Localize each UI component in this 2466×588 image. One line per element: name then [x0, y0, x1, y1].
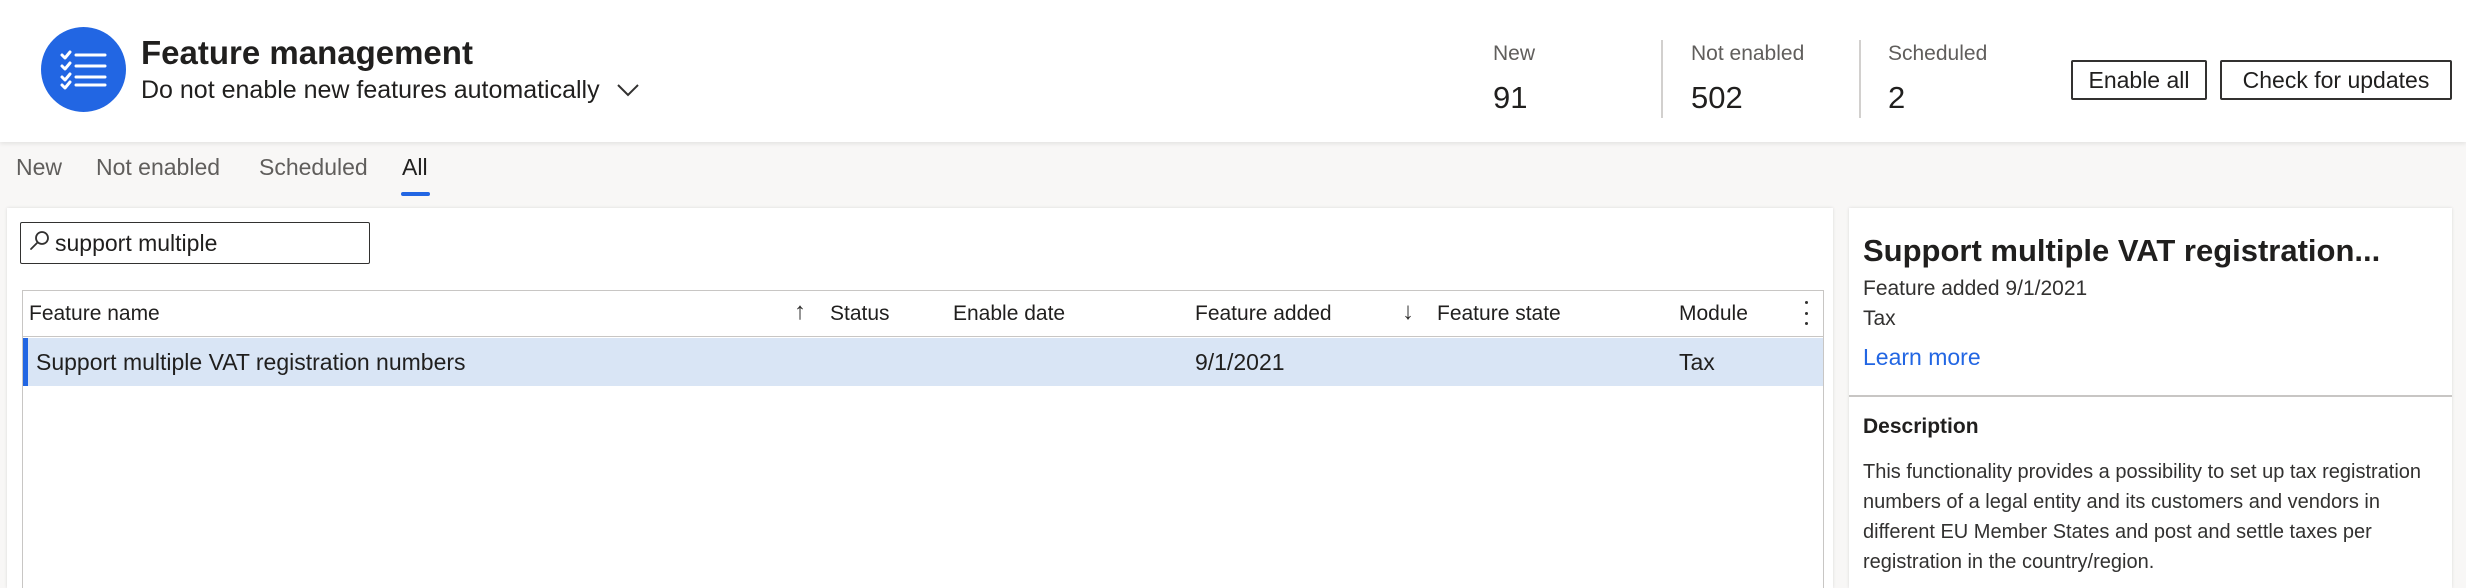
- stat-not-enabled-value: 502: [1691, 80, 1743, 115]
- sort-ascending-icon: ↑: [794, 298, 806, 325]
- search-icon: [29, 230, 51, 257]
- auto-enable-dropdown[interactable]: Do not enable new features automatically: [141, 76, 640, 105]
- detail-title: Support multiple VAT registration...: [1863, 233, 2381, 268]
- active-tab-indicator: [401, 192, 430, 196]
- checklist-icon: [41, 27, 126, 112]
- tab-all[interactable]: All: [402, 154, 428, 181]
- detail-module: Tax: [1863, 307, 1896, 330]
- search-box: [20, 222, 370, 264]
- stat-divider: [1859, 40, 1861, 118]
- description-heading: Description: [1863, 415, 1979, 438]
- column-header-enable-date[interactable]: Enable date: [953, 302, 1065, 326]
- row-selection-indicator: [23, 338, 28, 386]
- detail-divider: [1849, 395, 2452, 397]
- stat-new-value: 91: [1493, 80, 1528, 115]
- tab-new[interactable]: New: [16, 154, 62, 181]
- stat-divider: [1661, 40, 1663, 118]
- column-header-feature-name[interactable]: Feature name: [29, 302, 160, 326]
- stat-scheduled: Scheduled 2: [1888, 42, 1987, 117]
- column-header-status[interactable]: Status: [830, 302, 890, 326]
- tab-scheduled[interactable]: Scheduled: [259, 154, 368, 181]
- feature-grid: Feature name ↑ Status Enable date Featur…: [22, 290, 1824, 588]
- stat-scheduled-label: Scheduled: [1888, 42, 1988, 65]
- column-header-module[interactable]: Module: [1679, 302, 1748, 326]
- feature-details-pane: Support multiple VAT registration... Fea…: [1849, 208, 2452, 588]
- enable-all-button[interactable]: Enable all: [2071, 60, 2207, 100]
- more-options-icon[interactable]: [1801, 301, 1811, 325]
- check-for-updates-button[interactable]: Check for updates: [2220, 60, 2452, 100]
- auto-enable-label: Do not enable new features automatically: [141, 76, 600, 104]
- tab-not-enabled[interactable]: Not enabled: [96, 154, 220, 181]
- page-header: Feature management Do not enable new fea…: [0, 0, 2466, 142]
- stat-scheduled-value: 2: [1888, 80, 1906, 115]
- stat-not-enabled: Not enabled 502: [1691, 42, 1804, 117]
- column-header-feature-added[interactable]: Feature added: [1195, 302, 1332, 326]
- feature-list-pane: Feature name ↑ Status Enable date Featur…: [7, 208, 1833, 588]
- grid-header: Feature name ↑ Status Enable date Featur…: [23, 291, 1823, 337]
- stat-new-label: New: [1493, 42, 1536, 65]
- cell-feature-added: 9/1/2021: [1195, 349, 1285, 375]
- description-text: This functionality provides a possibilit…: [1863, 461, 2422, 573]
- column-header-feature-state[interactable]: Feature state: [1437, 302, 1561, 326]
- learn-more-link[interactable]: Learn more: [1863, 344, 1981, 371]
- search-input[interactable]: [55, 229, 345, 257]
- stat-not-enabled-label: Not enabled: [1691, 42, 1805, 65]
- sort-descending-icon: ↓: [1402, 298, 1414, 325]
- cell-module: Tax: [1679, 349, 1715, 375]
- table-row[interactable]: Support multiple VAT registration number…: [23, 338, 1823, 386]
- cell-feature-name: Support multiple VAT registration number…: [36, 349, 466, 375]
- page-title: Feature management: [141, 34, 473, 71]
- stat-new: New 91: [1493, 42, 1535, 117]
- detail-feature-added: Feature added 9/1/2021: [1863, 277, 2088, 300]
- chevron-down-icon: [616, 83, 640, 102]
